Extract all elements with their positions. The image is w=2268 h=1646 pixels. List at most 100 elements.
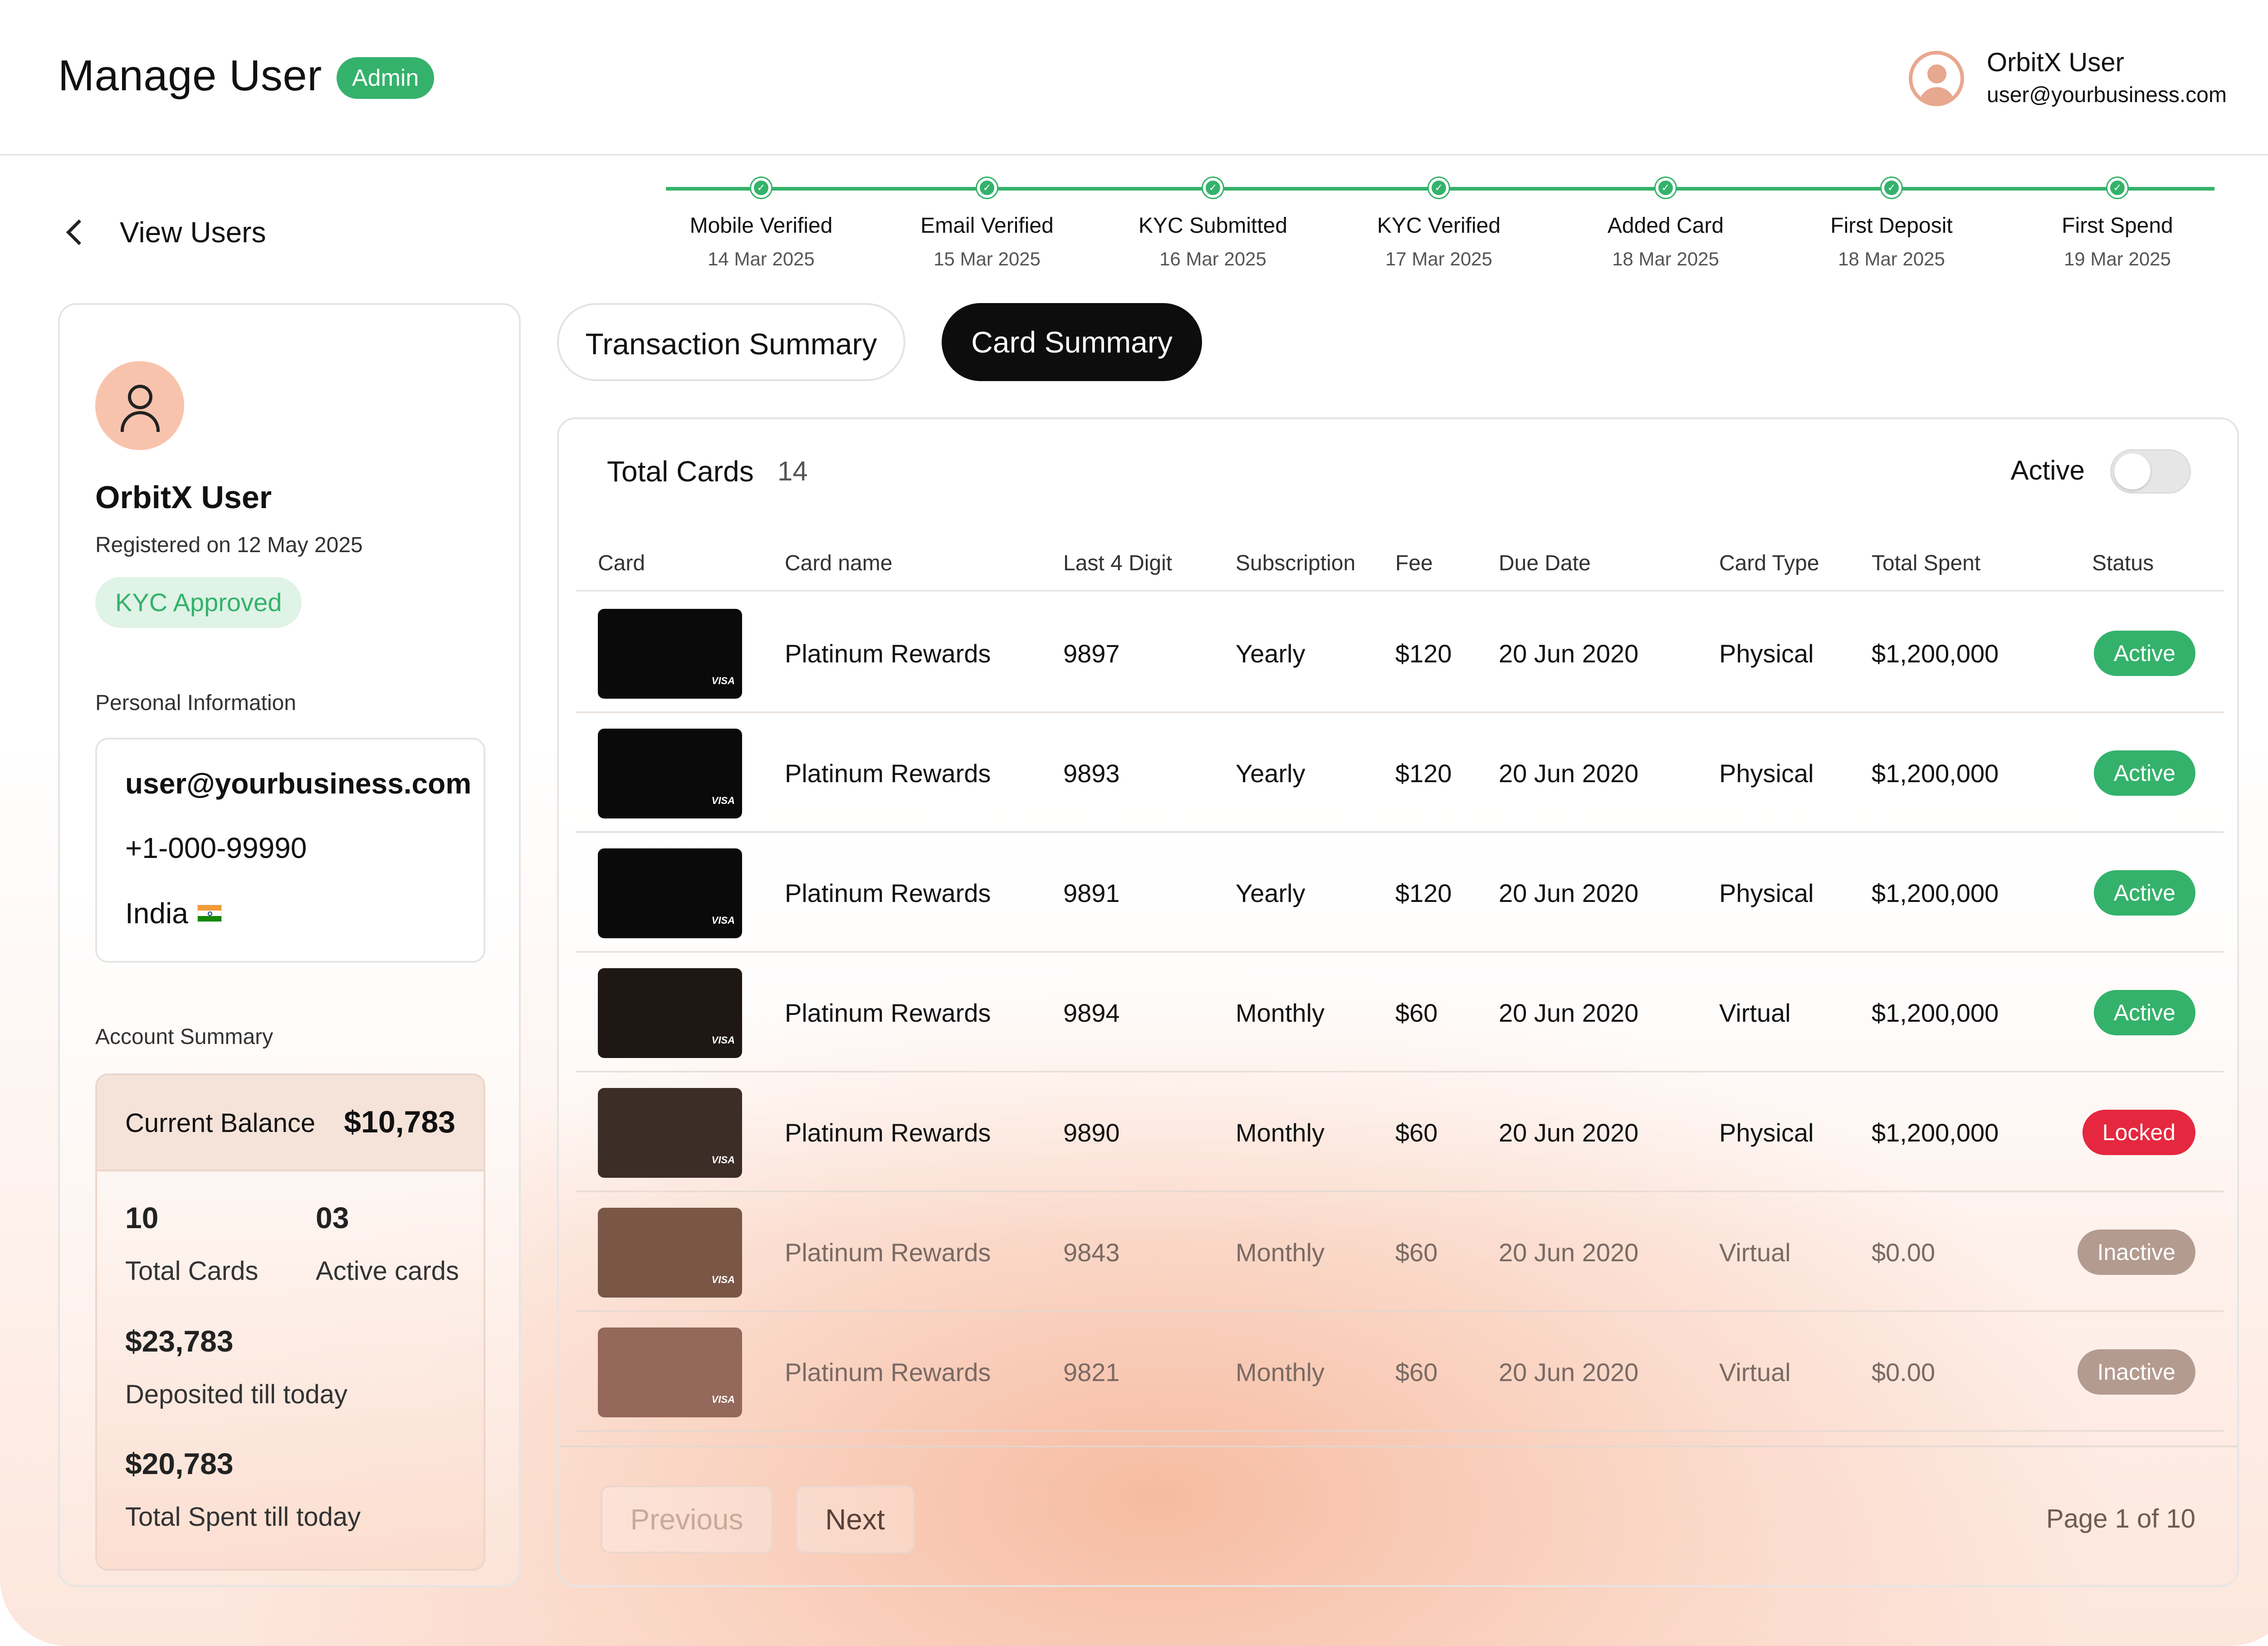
- total-cards-stat-label: Total Cards: [125, 1256, 259, 1286]
- profile-name: OrbitX User: [95, 480, 272, 515]
- page-title: Manage User: [58, 51, 322, 100]
- table-row[interactable]: VISA Platinum Rewards 9891 Yearly $120 20 Jun…: [576, 833, 2224, 953]
- timeline-step-date: 18 Mar 2025: [1838, 248, 1945, 269]
- cell-due: 20 Jun 2020: [1499, 999, 1639, 1027]
- column-header[interactable]: Last 4 Digit: [1063, 551, 1172, 576]
- card-thumbnail[interactable]: VISA: [598, 729, 742, 818]
- total-cards-title: Total Cards: [607, 455, 754, 488]
- card-thumbnail[interactable]: VISA: [598, 609, 742, 699]
- contact-email[interactable]: user@yourbusiness.com: [125, 767, 471, 800]
- card-thumbnail[interactable]: VISA: [598, 1088, 742, 1178]
- table-row[interactable]: VISA Platinum Rewards 9890 Monthly $60 20 Jun…: [576, 1073, 2224, 1192]
- card-thumbnail[interactable]: VISA: [598, 968, 742, 1058]
- column-header[interactable]: Total Spent: [1872, 551, 1980, 576]
- column-header[interactable]: Status: [2092, 551, 2154, 576]
- cell-subscription: Monthly: [1236, 1118, 1325, 1147]
- table-row[interactable]: VISA Platinum Rewards 9893 Yearly $120 20 Jun…: [576, 713, 2224, 833]
- table-footer: Previous Next Page 1 of 10: [559, 1445, 2237, 1585]
- timeline-step-label: First Deposit: [1830, 214, 1953, 238]
- check-icon: ✓: [1429, 178, 1449, 198]
- check-icon: ✓: [1882, 178, 1901, 198]
- cell-spent: $0.00: [1872, 1358, 1936, 1386]
- check-icon: ✓: [2107, 178, 2127, 198]
- status-badge: Active: [2093, 990, 2195, 1035]
- column-header[interactable]: Card: [598, 551, 645, 576]
- column-header[interactable]: Fee: [1395, 551, 1433, 576]
- column-header[interactable]: Subscription: [1236, 551, 1355, 576]
- table-row[interactable]: VISA Platinum Rewards 9821 Monthly $60 20 Jun…: [576, 1312, 2224, 1432]
- cell-spent: $1,200,000: [1872, 879, 1999, 907]
- next-page-button[interactable]: Next: [796, 1485, 914, 1553]
- timeline-step: ✓ Email Verified 15 Mar 2025: [887, 178, 1087, 270]
- cell-fee: $60: [1395, 1118, 1438, 1147]
- visa-logo-icon: VISA: [711, 795, 735, 806]
- user-avatar-icon[interactable]: [1909, 51, 1964, 106]
- timeline-step-date: 18 Mar 2025: [1612, 248, 1719, 269]
- status-badge: Active: [2093, 631, 2195, 676]
- personal-info-heading: Personal Information: [95, 691, 296, 715]
- table-row[interactable]: VISA Platinum Rewards 9897 Yearly $120 20 Jun…: [576, 593, 2224, 713]
- header-user-email: user@yourbusiness.com: [1987, 83, 2227, 107]
- visa-logo-icon: VISA: [711, 1274, 735, 1285]
- cell-subscription: Monthly: [1236, 1358, 1325, 1386]
- column-header[interactable]: Card Type: [1719, 551, 1819, 576]
- cell-name: Platinum Rewards: [785, 1118, 991, 1147]
- card-summary-panel: Total Cards 14 Active Card Card name Las…: [557, 417, 2239, 1587]
- table-row[interactable]: VISA Platinum Rewards 9894 Monthly $60 20 Jun…: [576, 953, 2224, 1073]
- view-users-label[interactable]: View Users: [120, 216, 266, 249]
- user-icon: [95, 361, 184, 450]
- status-badge: Inactive: [2077, 1230, 2195, 1275]
- cell-fee: $60: [1395, 1238, 1438, 1267]
- column-header[interactable]: Due Date: [1499, 551, 1591, 576]
- visa-logo-icon: VISA: [711, 1394, 735, 1405]
- timeline-step: ✓ KYC Verified 17 Mar 2025: [1339, 178, 1539, 270]
- contact-phone[interactable]: +1-000-99990: [125, 831, 307, 865]
- cell-fee: $120: [1395, 759, 1452, 788]
- cell-name: Platinum Rewards: [785, 759, 991, 788]
- cell-type: Physical: [1719, 879, 1814, 907]
- page-indicator: Page 1 of 10: [2046, 1504, 2195, 1533]
- tab-card-summary[interactable]: Card Summary: [942, 303, 1202, 381]
- cell-last4: 9890: [1063, 1118, 1120, 1147]
- table-row[interactable]: VISA Platinum Rewards 9843 Monthly $60 20 Jun…: [576, 1192, 2224, 1312]
- contact-info-card: user@yourbusiness.com +1-000-99990 India: [95, 738, 485, 963]
- tab-transaction-summary[interactable]: Transaction Summary: [557, 303, 905, 381]
- header-user-name[interactable]: OrbitX User: [1987, 47, 2124, 78]
- cell-fee: $120: [1395, 879, 1452, 907]
- cell-subscription: Monthly: [1236, 1238, 1325, 1267]
- view-users-link[interactable]: View Users: [64, 210, 266, 255]
- cell-last4: 9893: [1063, 759, 1120, 788]
- timeline-step: ✓ Added Card 18 Mar 2025: [1566, 178, 1765, 270]
- status-badge: Active: [2093, 750, 2195, 796]
- cell-fee: $120: [1395, 639, 1452, 668]
- timeline-step-date: 19 Mar 2025: [2064, 248, 2171, 269]
- cell-subscription: Yearly: [1236, 639, 1305, 668]
- column-header[interactable]: Card name: [785, 551, 892, 576]
- timeline-step-label: Email Verified: [920, 214, 1054, 238]
- active-filter-toggle[interactable]: [2110, 449, 2191, 494]
- card-thumbnail[interactable]: VISA: [598, 1208, 742, 1298]
- timeline-step-label: KYC Submitted: [1138, 214, 1288, 238]
- check-icon: ✓: [1656, 178, 1676, 198]
- total-spent-label: Total Spent till today: [125, 1502, 361, 1532]
- timeline-step-label: Added Card: [1607, 214, 1724, 238]
- timeline-step: ✓ First Spend 19 Mar 2025: [2018, 178, 2217, 270]
- visa-logo-icon: VISA: [711, 1154, 735, 1166]
- country-name: India: [125, 897, 188, 930]
- card-thumbnail[interactable]: VISA: [598, 848, 742, 938]
- status-badge: Locked: [2082, 1110, 2195, 1155]
- cell-type: Virtual: [1719, 1238, 1791, 1267]
- cell-spent: $0.00: [1872, 1238, 1936, 1267]
- cell-due: 20 Jun 2020: [1499, 1238, 1639, 1267]
- timeline-step-label: KYC Verified: [1377, 214, 1501, 238]
- previous-page-button[interactable]: Previous: [601, 1485, 773, 1553]
- visa-logo-icon: VISA: [711, 675, 735, 686]
- total-spent-value: $20,783: [125, 1447, 234, 1480]
- app-header: Manage User Admin OrbitX User user@yourb…: [0, 0, 2268, 156]
- active-cards-stat-value: 03: [316, 1201, 349, 1234]
- timeline-step-label: Mobile Verified: [689, 214, 833, 238]
- timeline-step: ✓ Mobile Verified 14 Mar 2025: [661, 178, 861, 270]
- card-thumbnail[interactable]: VISA: [598, 1328, 742, 1417]
- chevron-left-icon[interactable]: [66, 219, 92, 245]
- cell-type: Virtual: [1719, 999, 1791, 1027]
